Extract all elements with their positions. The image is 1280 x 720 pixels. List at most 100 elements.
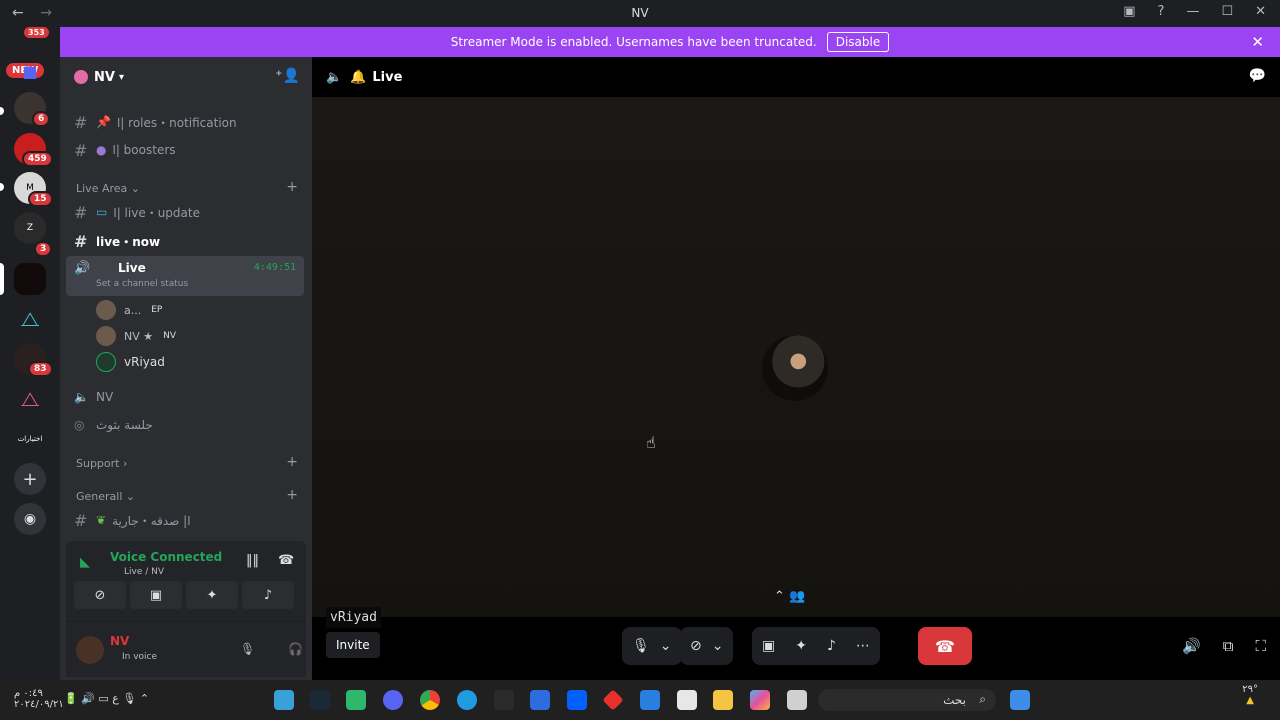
channel-roles[interactable]: # 📌 ا| roles・notification — [74, 111, 237, 133]
dm-icon[interactable]: ■ — [14, 55, 46, 87]
close-button[interactable]: ✕ — [1255, 4, 1266, 19]
camera-off-button[interactable]: ⊘ — [74, 581, 126, 609]
add-channel-icon[interactable]: + — [286, 487, 298, 503]
user-name[interactable]: NV — [110, 634, 129, 648]
add-member-icon[interactable]: ⁺👤 — [275, 68, 300, 84]
epic-games-icon[interactable] — [494, 690, 514, 710]
channel-boosters[interactable]: # ● ا| boosters — [74, 139, 176, 161]
system-clock[interactable]: ٠:٤٩ م ٢٠٢٤/٠٩/٢١ — [14, 688, 64, 710]
voice-user[interactable]: vRiyad — [96, 351, 165, 373]
set-status-label[interactable]: Set a channel status — [96, 279, 188, 289]
participant-avatar[interactable] — [762, 335, 828, 401]
activities-icon[interactable]: ✦ — [785, 638, 817, 654]
server-header[interactable]: NV ▾ ⁺👤 — [60, 57, 312, 97]
voice-channel-live[interactable]: 🔊 Live 4:49:51 Set a channel status — [66, 256, 304, 296]
headphones-icon[interactable]: 🎧 — [288, 642, 303, 656]
add-server-icon[interactable]: + — [14, 463, 46, 495]
avatar — [96, 326, 116, 346]
chevron-down-icon[interactable]: ⌄ — [660, 638, 682, 654]
server-folder[interactable]: اختيارات — [14, 423, 46, 455]
help-icon[interactable]: ? — [1158, 4, 1165, 19]
soundboard-button[interactable]: ♪ — [242, 581, 294, 609]
channel-label: ا| roles・notification — [116, 115, 237, 130]
server-icon-nv[interactable] — [14, 263, 46, 295]
disconnect-icon[interactable]: ☎ — [278, 553, 294, 568]
chrome-icon[interactable] — [420, 690, 440, 710]
mail-icon[interactable] — [640, 690, 660, 710]
category-live-area[interactable]: Live Area ⌄ — [76, 182, 140, 195]
microphone-icon[interactable]: 🎙 — [622, 638, 660, 654]
close-icon[interactable]: ✕ — [1251, 33, 1264, 51]
server-name: NV — [94, 69, 115, 85]
voice-user[interactable]: NV ★ NV — [96, 325, 176, 347]
clock-time: ٠:٤٩ م — [14, 688, 43, 699]
taskbar-app-icon[interactable] — [787, 690, 807, 710]
leaf-icon: ❦ — [96, 513, 107, 527]
server-badge: 459 — [22, 151, 53, 167]
dropbox-icon[interactable] — [567, 690, 587, 710]
popout-icon[interactable]: ⧉ — [1223, 637, 1234, 655]
weather-widget[interactable]: ٢٩° ▲ — [1242, 684, 1258, 706]
soundboard-icon[interactable]: ♪ — [817, 638, 846, 654]
camera-control[interactable]: ⊘ ⌄ — [680, 627, 734, 665]
screen-share-icon[interactable]: ▣ — [752, 638, 785, 654]
voice-user[interactable]: a... EP — [96, 299, 162, 321]
taskbar-app-icon[interactable] — [346, 690, 366, 710]
speaker-icon: 🔈 — [74, 390, 89, 404]
voice-panel: ◣ Voice Connected Live / NV ‖‖ ☎ ⊘ ▣ ✦ ♪… — [66, 541, 347, 681]
server-icon[interactable]: Z — [14, 212, 46, 244]
voice-channel-arabic[interactable]: ◎ جلسة بثوث — [74, 414, 153, 436]
category-support[interactable]: Support › — [76, 457, 127, 470]
voice-channel-nv[interactable]: 🔈 NV — [74, 386, 113, 408]
channel-label: live・now — [96, 234, 161, 249]
voice-location[interactable]: Live / NV — [124, 567, 164, 577]
monitor-icon: ▭ — [96, 205, 108, 219]
hang-up-button[interactable]: ☎ — [918, 627, 972, 665]
mic-control[interactable]: 🎙 ⌄ — [622, 627, 682, 665]
taskbar-app-icon[interactable] — [530, 690, 550, 710]
more-icon[interactable]: ⋯ — [846, 638, 880, 654]
server-badge: 83 — [28, 361, 53, 377]
microphone-icon[interactable]: 🎙 — [240, 642, 255, 656]
add-channel-icon[interactable]: + — [286, 454, 298, 470]
camera-off-icon[interactable]: ⊘ — [680, 638, 712, 654]
expand-participants-button[interactable]: ⌃ 👥 — [774, 589, 805, 604]
stage-icon: ◎ — [74, 418, 85, 432]
windows-start-icon[interactable] — [1010, 690, 1030, 710]
channel-live-update[interactable]: # ▭ ا| live・update — [74, 201, 200, 223]
invite-button[interactable]: Invite — [326, 632, 380, 658]
avatar[interactable] — [76, 636, 104, 664]
screen-share-button[interactable]: ▣ — [130, 581, 182, 609]
channel-sadaqa[interactable]: # ❦ ا| صدقه・جارية — [74, 509, 191, 531]
volume-icon[interactable]: 🔊 — [1182, 637, 1201, 655]
taskbar-search[interactable]: بحث ⌕ — [818, 689, 996, 711]
disable-button[interactable]: Disable — [826, 32, 890, 52]
chevron-down-icon[interactable]: ⌄ — [712, 638, 734, 654]
discord-icon[interactable] — [383, 690, 403, 710]
copilot-icon[interactable] — [750, 690, 770, 710]
edge-icon[interactable] — [457, 690, 477, 710]
soundwave-icon[interactable]: ‖‖ — [246, 553, 259, 568]
activities-button[interactable]: ✦ — [186, 581, 238, 609]
minimize-button[interactable]: — — [1186, 4, 1199, 19]
category-generall[interactable]: Generall ⌄ — [76, 490, 135, 503]
maximize-button[interactable]: ☐ — [1221, 4, 1233, 19]
voice-status[interactable]: Voice Connected — [110, 550, 222, 564]
file-explorer-icon[interactable] — [713, 690, 733, 710]
avatar — [96, 352, 116, 372]
steam-icon[interactable] — [310, 690, 330, 710]
taskbar-app-icon[interactable] — [602, 689, 624, 711]
add-channel-icon[interactable]: + — [286, 179, 298, 195]
taskbar-app-icon[interactable] — [274, 690, 294, 710]
tray-icons[interactable]: 🔋 🔊 ▭ ع 🎙 ⌃ — [64, 692, 149, 705]
discover-icon[interactable]: ◉ — [14, 503, 46, 535]
stage-header: 🔈 🔔 Live 💬 — [312, 57, 1280, 97]
server-icon[interactable]: ⧍ — [14, 303, 46, 335]
store-icon[interactable] — [677, 690, 697, 710]
chat-icon[interactable]: 💬 — [1249, 68, 1266, 84]
user-panel: NV In voice 🎙 🎧 ⚙ — [66, 621, 347, 677]
fullscreen-icon[interactable]: ⛶ — [1255, 637, 1266, 655]
server-icon[interactable]: ⧍ — [14, 383, 46, 415]
channel-live-now[interactable]: # live・now — [74, 230, 160, 252]
inbox-icon[interactable]: ▣ — [1123, 4, 1135, 19]
